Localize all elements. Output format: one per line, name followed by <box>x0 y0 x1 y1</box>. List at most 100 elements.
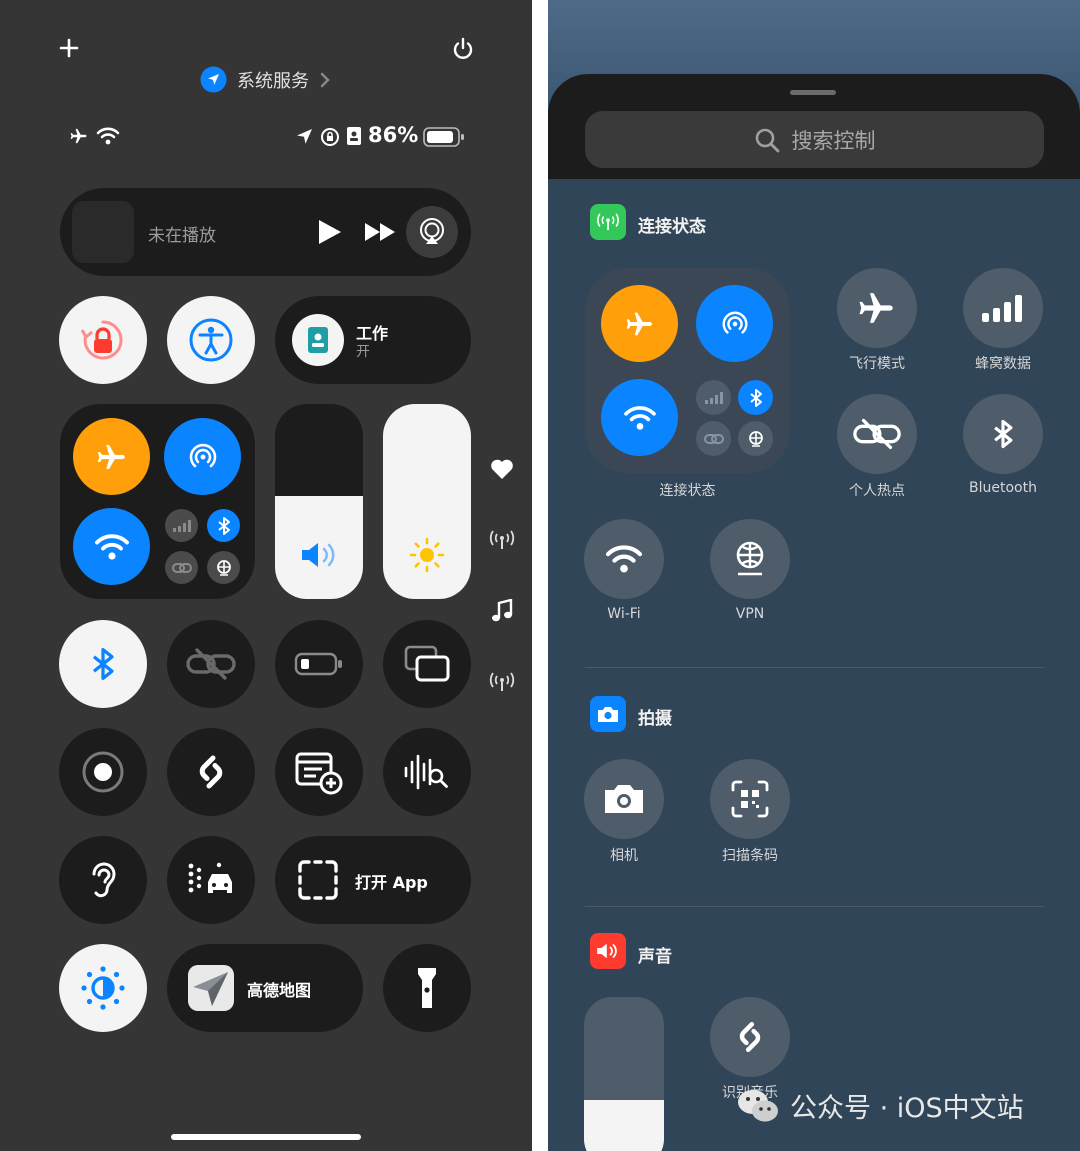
airdrop-toggle[interactable] <box>164 418 241 495</box>
volume-slider-preview[interactable] <box>584 997 664 1151</box>
camera-icon <box>605 785 643 813</box>
antenna-icon <box>489 530 515 550</box>
airplane-mode-toggle[interactable] <box>73 418 150 495</box>
location-services-link[interactable]: 系统服务 <box>200 66 331 93</box>
volume-slider[interactable] <box>275 404 363 599</box>
camera-label: 相机 <box>610 848 638 864</box>
wifi-label: Wi-Fi <box>607 606 641 622</box>
sun-icon <box>408 536 446 574</box>
search-icon <box>754 127 780 153</box>
location-arrow-icon <box>200 66 227 93</box>
airplay-icon[interactable] <box>406 206 458 258</box>
airplane-status-icon <box>68 126 90 146</box>
focus-work-button[interactable]: 工作 开 <box>275 296 471 384</box>
section-divider <box>585 667 1044 668</box>
antenna-icon-2 <box>489 672 515 692</box>
bluetooth-small-toggle[interactable] <box>207 509 240 542</box>
camera-control[interactable] <box>584 759 664 839</box>
shazam-button[interactable] <box>167 728 255 816</box>
accessibility-toggle[interactable] <box>167 296 255 384</box>
shazam-icon <box>199 755 223 789</box>
hotspot-toggle[interactable] <box>167 620 255 708</box>
connectivity-group-label: 连接状态 <box>659 483 716 499</box>
scan-code-control[interactable] <box>710 759 790 839</box>
camera-section-icon <box>590 696 626 732</box>
hotspot-icon <box>853 418 901 450</box>
screen-record-button[interactable] <box>59 728 147 816</box>
brightness-slider[interactable] <box>383 404 471 599</box>
sound-recognition-icon <box>404 754 448 790</box>
vpn-control[interactable] <box>710 519 790 599</box>
connectivity-group[interactable] <box>60 404 255 599</box>
sheet-grabber[interactable] <box>790 90 836 95</box>
airplane-mode-control[interactable] <box>837 268 917 348</box>
open-app-button[interactable]: 打开 App <box>275 836 471 924</box>
cellular-toggle[interactable] <box>165 509 198 542</box>
watermark: 公众号 · iOS中文站 <box>736 1086 1024 1125</box>
wifi-status-icon <box>96 126 120 146</box>
vpn-preview <box>738 421 773 456</box>
heart-icon <box>490 458 514 480</box>
low-power-toggle[interactable] <box>275 620 363 708</box>
wifi-control[interactable] <box>584 519 664 599</box>
hotspot-preview <box>696 421 731 456</box>
now-playing-label: 未在播放 <box>148 226 216 246</box>
cellular-data-control[interactable] <box>963 268 1043 348</box>
location-status-icon <box>296 127 314 145</box>
wifi-preview <box>601 379 678 456</box>
home-indicator[interactable] <box>171 1134 361 1140</box>
connectivity-group-preview[interactable] <box>585 268 790 473</box>
airdrop-preview <box>696 285 773 362</box>
dark-mode-toggle[interactable] <box>59 944 147 1032</box>
bluetooth-glyph-icon <box>994 419 1013 449</box>
accessibility-icon <box>188 317 234 363</box>
airplane-icon <box>859 293 893 323</box>
quick-note-icon <box>295 752 343 795</box>
hearing-button[interactable] <box>59 836 147 924</box>
music-note-icon <box>491 599 513 623</box>
quick-note-button[interactable] <box>275 728 363 816</box>
vehicle-motion-cues-button[interactable] <box>167 836 255 924</box>
dark-mode-icon <box>81 966 125 1010</box>
open-app-label: 打开 App <box>355 873 428 892</box>
flashlight-toggle[interactable] <box>383 944 471 1032</box>
search-controls-field[interactable]: 搜索控制 <box>585 111 1044 168</box>
fast-forward-icon[interactable] <box>364 222 396 242</box>
amap-app-icon <box>188 965 234 1011</box>
amap-label: 高德地图 <box>247 981 312 1000</box>
amap-shortcut-button[interactable]: 高德地图 <box>167 944 363 1032</box>
scan-code-label: 扫描条码 <box>722 848 778 864</box>
vehicle-motion-icon <box>188 862 232 893</box>
wechat-icon <box>736 1087 780 1125</box>
wifi-toggle[interactable] <box>73 508 150 585</box>
location-services-label: 系统服务 <box>237 70 309 92</box>
vpn-small-toggle[interactable] <box>207 551 240 584</box>
control-center-panel: 系统服务 86% 未在播放 工作 开 打开 App 高德地图 <box>0 0 532 1151</box>
rotation-lock-toggle[interactable] <box>59 296 147 384</box>
screen-mirroring-toggle[interactable] <box>383 620 471 708</box>
album-art <box>72 201 134 263</box>
play-icon[interactable] <box>317 218 343 246</box>
search-placeholder: 搜索控制 <box>791 128 876 153</box>
vpn-globe-icon <box>736 541 764 576</box>
vpn-label: VPN <box>735 606 765 622</box>
focus-subtitle: 开 <box>356 344 370 360</box>
bluetooth-label: Bluetooth <box>969 480 1037 496</box>
hotspot-small-toggle[interactable] <box>165 551 198 584</box>
bluetooth-control[interactable] <box>963 394 1043 474</box>
hotspot-link-icon <box>186 648 236 680</box>
add-controls-gallery: 搜索控制 连接状态 连接状态 飞行模式 蜂窝数据 个人热点 Bluetooth … <box>548 0 1080 1151</box>
shazam-control[interactable] <box>710 997 790 1077</box>
record-icon <box>82 751 124 793</box>
plus-icon[interactable] <box>58 36 80 60</box>
now-playing-module[interactable]: 未在播放 <box>60 188 471 276</box>
open-app-frame-icon <box>297 859 339 901</box>
sound-recognition-button[interactable] <box>383 728 471 816</box>
bluetooth-toggle[interactable] <box>59 620 147 708</box>
battery-icon <box>423 126 465 148</box>
power-icon[interactable] <box>450 36 476 62</box>
focus-badge-icon <box>292 314 344 366</box>
connectivity-section-icon <box>590 204 626 240</box>
personal-hotspot-control[interactable] <box>837 394 917 474</box>
speaker-icon <box>299 540 341 570</box>
